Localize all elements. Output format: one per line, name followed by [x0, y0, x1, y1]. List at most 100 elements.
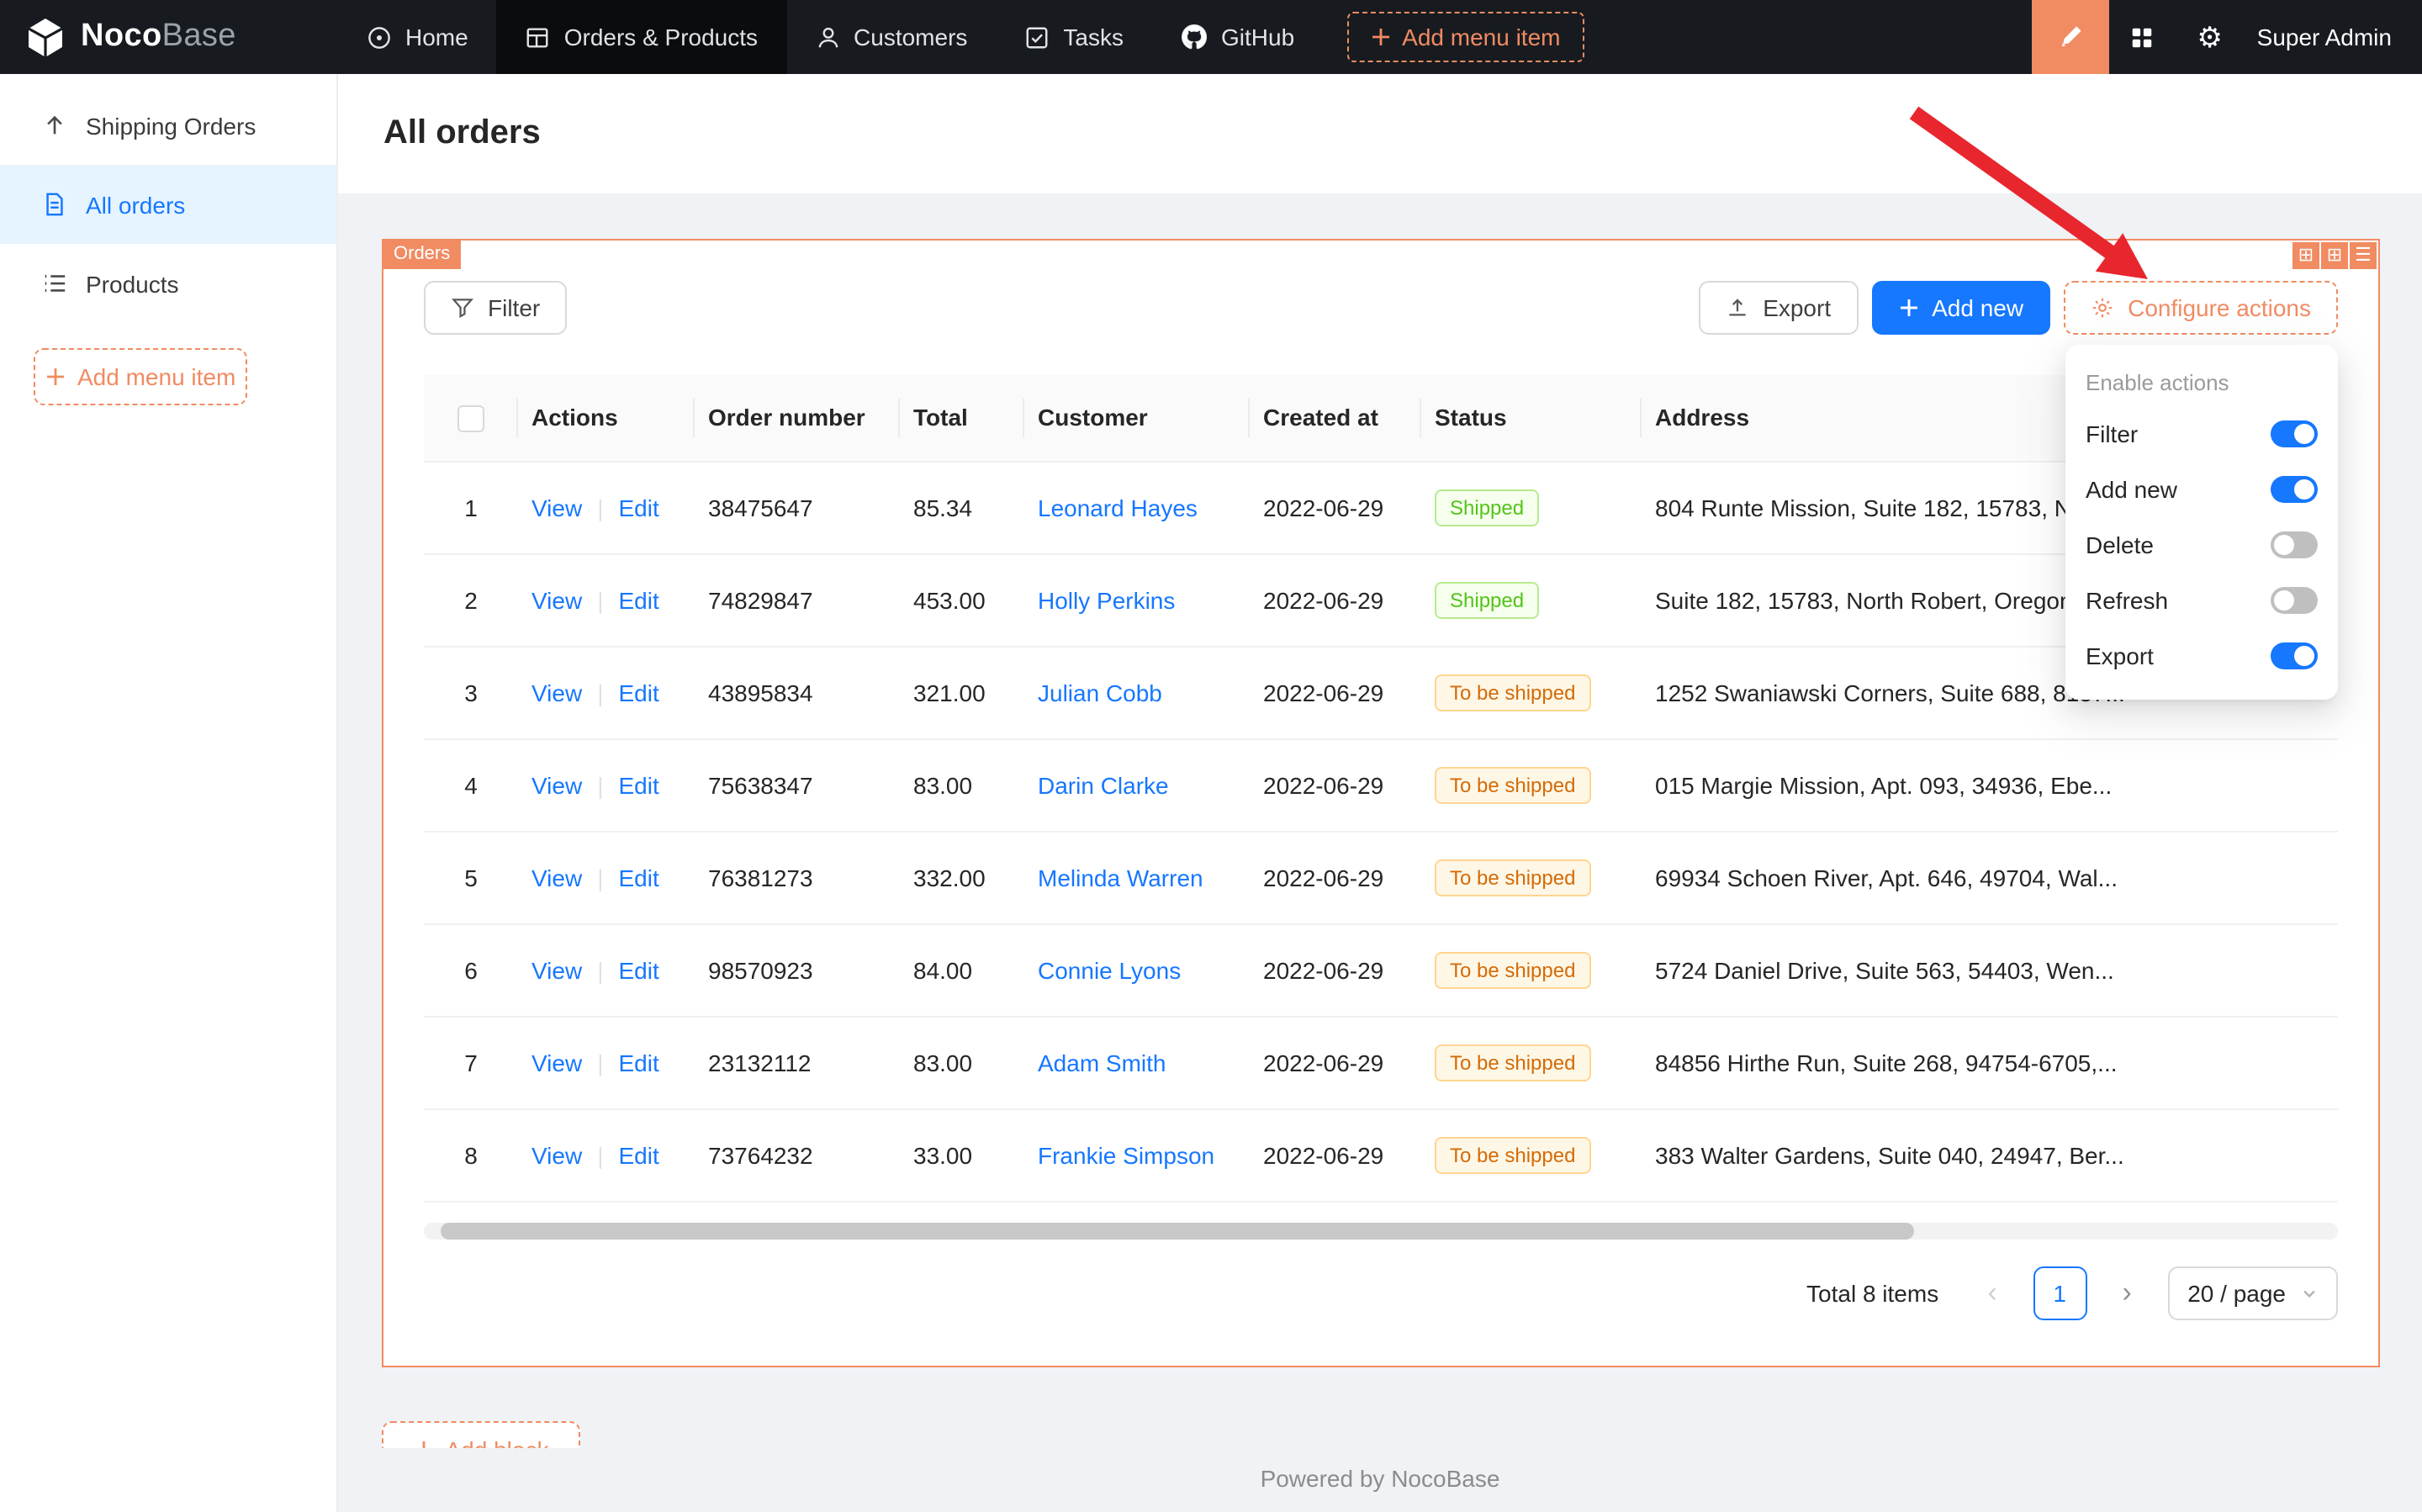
sidebar-item-all-orders[interactable]: All orders	[0, 165, 336, 244]
row-index: 1	[424, 461, 518, 553]
status-cell: To be shipped	[1421, 1016, 1642, 1108]
nav-item-home[interactable]: Home	[338, 0, 497, 74]
customer-link[interactable]: Connie Lyons	[1038, 956, 1181, 983]
order-number-cell: 76381273	[695, 831, 900, 923]
edit-link[interactable]: Edit	[618, 494, 658, 521]
sidebar: Shipping Orders All orders Products Add …	[0, 74, 338, 1512]
drag-handle-icon[interactable]: ☰	[2350, 242, 2377, 269]
ui-editor-toggle-button[interactable]	[2032, 0, 2109, 74]
scrollbar-thumb[interactable]	[441, 1222, 1915, 1239]
edit-link[interactable]: Edit	[618, 1141, 658, 1168]
sidebar-add-menu-item-button[interactable]: Add menu item	[34, 348, 247, 405]
enable-action-item[interactable]: Delete	[2086, 516, 2318, 572]
select-all-checkbox[interactable]	[457, 405, 484, 432]
pagination-total: Total 8 items	[1806, 1279, 1938, 1306]
status-cell: To be shipped	[1421, 923, 1642, 1016]
total-cell: 84.00	[900, 923, 1024, 1016]
customer-link[interactable]: Frankie Simpson	[1038, 1141, 1214, 1168]
toggle-switch[interactable]	[2271, 475, 2318, 502]
nav-item-tasks[interactable]: Tasks	[996, 0, 1152, 74]
filter-button[interactable]: Filter	[424, 281, 567, 335]
total-cell: 83.00	[900, 738, 1024, 831]
customer-cell: Leonard Hayes	[1024, 461, 1250, 553]
view-link[interactable]: View	[531, 864, 582, 891]
view-link[interactable]: View	[531, 1049, 582, 1076]
customer-link[interactable]: Holly Perkins	[1038, 586, 1175, 613]
view-link[interactable]: View	[531, 494, 582, 521]
add-column-icon[interactable]: ⊞	[2321, 242, 2348, 269]
edit-link[interactable]: Edit	[618, 1049, 658, 1076]
add-new-button[interactable]: Add new	[1871, 281, 2050, 335]
status-cell: To be shipped	[1421, 646, 1642, 738]
file-icon	[42, 192, 67, 217]
address-cell: 84856 Hirthe Run, Suite 268, 94754-6705,…	[1642, 1016, 2338, 1108]
navbar-add-menu-item-button[interactable]: Add menu item	[1346, 12, 1584, 62]
address-cell: 383 Walter Gardens, Suite 040, 24947, Be…	[1642, 1108, 2338, 1201]
status-badge: To be shipped	[1435, 951, 1590, 988]
table-row: 8 View|Edit 73764232 33.00 Frankie Simps…	[424, 1108, 2338, 1201]
view-link[interactable]: View	[531, 956, 582, 983]
customer-link[interactable]: Melinda Warren	[1038, 864, 1203, 891]
toggle-switch[interactable]	[2271, 531, 2318, 558]
view-link[interactable]: View	[531, 679, 582, 706]
action-divider: |	[597, 679, 603, 706]
order-number-cell: 75638347	[695, 738, 900, 831]
total-cell: 321.00	[900, 646, 1024, 738]
logo-cube-icon	[24, 15, 67, 59]
row-actions: View|Edit	[518, 831, 695, 923]
user-menu[interactable]: Super Admin	[2244, 24, 2422, 50]
toggle-switch[interactable]	[2271, 420, 2318, 447]
customer-link[interactable]: Leonard Hayes	[1038, 494, 1198, 521]
toggle-switch[interactable]	[2271, 642, 2318, 669]
customer-link[interactable]: Darin Clarke	[1038, 771, 1169, 798]
enable-action-item[interactable]: Add new	[2086, 461, 2318, 516]
next-page-button[interactable]: ›	[2100, 1266, 2154, 1319]
table-row: 5 View|Edit 76381273 332.00 Melinda Warr…	[424, 831, 2338, 923]
edit-link[interactable]: Edit	[618, 679, 658, 706]
add-block-button[interactable]: Add block	[382, 1421, 580, 1448]
plus-icon	[414, 1440, 434, 1448]
plugins-grid-icon[interactable]	[2109, 0, 2176, 74]
customer-link[interactable]: Julian Cobb	[1038, 679, 1162, 706]
enable-action-item[interactable]: Refresh	[2086, 572, 2318, 627]
edit-link[interactable]: Edit	[618, 956, 658, 983]
nocobase-logo[interactable]: NocoBase	[0, 15, 338, 59]
add-block-clip: Add block	[382, 1421, 580, 1448]
prev-page-button[interactable]: ‹	[1965, 1266, 2019, 1319]
nav-item-orders-products[interactable]: Orders & Products	[497, 0, 786, 74]
row-actions: View|Edit	[518, 738, 695, 831]
brand-name: NocoBase	[81, 19, 236, 56]
gear-icon	[2091, 296, 2114, 320]
edit-link[interactable]: Edit	[618, 586, 658, 613]
edit-link[interactable]: Edit	[618, 864, 658, 891]
customer-link[interactable]: Adam Smith	[1038, 1049, 1166, 1076]
status-cell: Shipped	[1421, 461, 1642, 553]
created-at-cell: 2022-06-29	[1250, 553, 1421, 646]
page-number-button[interactable]: 1	[2033, 1266, 2086, 1319]
table-row: 6 View|Edit 98570923 84.00 Connie Lyons …	[424, 923, 2338, 1016]
view-link[interactable]: View	[531, 771, 582, 798]
configure-actions-button[interactable]: Configure actions	[2064, 281, 2338, 335]
view-link[interactable]: View	[531, 586, 582, 613]
settings-gear-icon[interactable]: ⚙	[2176, 0, 2244, 74]
header-actions: Actions	[518, 375, 695, 461]
view-link[interactable]: View	[531, 1141, 582, 1168]
enable-action-item[interactable]: Filter	[2086, 405, 2318, 461]
sidebar-item-products[interactable]: Products	[0, 244, 336, 323]
row-index: 6	[424, 923, 518, 1016]
action-divider: |	[597, 494, 603, 521]
status-badge: To be shipped	[1435, 1136, 1590, 1173]
page-header: All orders	[338, 74, 2422, 193]
page-content: Orders ⊞ ⊞ ☰ Filter Export	[338, 193, 2422, 1512]
row-actions: View | Edit	[518, 646, 695, 738]
toggle-switch[interactable]	[2271, 586, 2318, 613]
enable-action-label: Export	[2086, 642, 2154, 669]
nav-item-customers[interactable]: Customers	[786, 0, 996, 74]
nav-item-github[interactable]: GitHub	[1152, 0, 1323, 74]
add-block-icon[interactable]: ⊞	[2292, 242, 2319, 269]
page-size-select[interactable]: 20 / page	[2167, 1266, 2338, 1319]
sidebar-item-shipping-orders[interactable]: Shipping Orders	[0, 86, 336, 165]
export-button[interactable]: Export	[1699, 281, 1858, 335]
edit-link[interactable]: Edit	[618, 771, 658, 798]
enable-action-item[interactable]: Export	[2086, 627, 2318, 683]
